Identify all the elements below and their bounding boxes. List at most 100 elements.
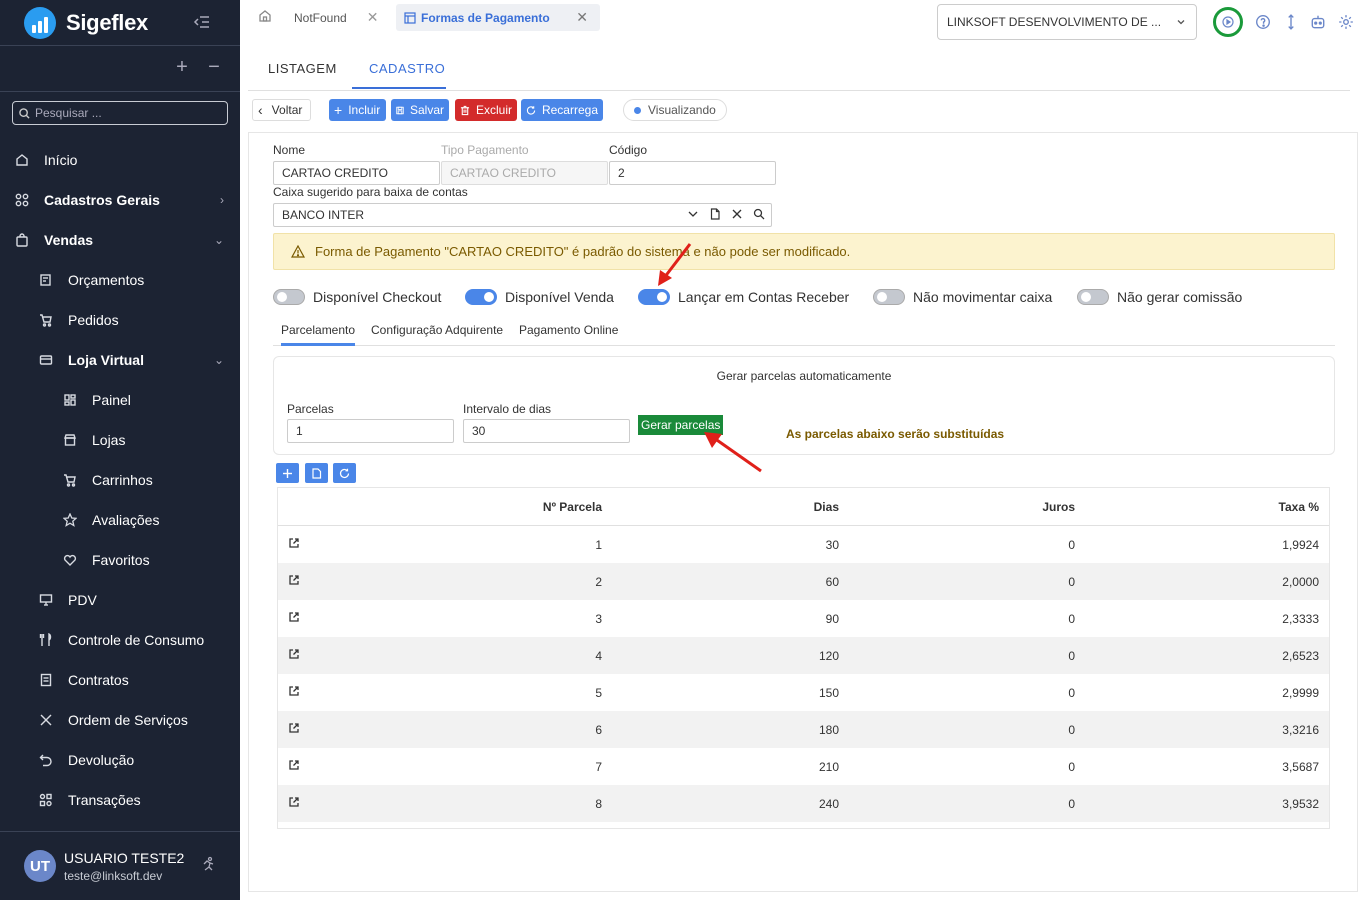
cell-parcela: 3 <box>595 612 602 626</box>
add-button[interactable]: + Incluir <box>329 99 386 121</box>
sidebar-item-transacoes[interactable]: Transações <box>0 780 240 820</box>
close-icon[interactable]: ✕ <box>367 9 379 26</box>
play-icon[interactable] <box>1213 7 1243 37</box>
open-external-icon[interactable] <box>288 685 300 700</box>
table-row[interactable]: 6 180 0 3,3216 <box>278 711 1329 748</box>
col-juros[interactable]: Juros <box>1042 500 1075 514</box>
sidebar-item-devolucao[interactable]: Devolução <box>0 740 240 780</box>
parcelas-field[interactable]: 1 <box>287 419 454 443</box>
open-external-icon[interactable] <box>288 722 300 737</box>
delete-button[interactable]: Excluir <box>455 99 517 121</box>
col-parcela[interactable]: Nº Parcela <box>543 500 602 514</box>
open-external-icon[interactable] <box>288 574 300 589</box>
search-input[interactable] <box>35 106 215 120</box>
sidebar-item-painel[interactable]: Painel <box>0 380 240 420</box>
sidebar-item-favoritos[interactable]: Favoritos <box>0 540 240 580</box>
toggle-nao-gerar-comissao[interactable]: Não gerar comissão <box>1077 289 1242 305</box>
refresh-icon <box>526 105 536 115</box>
cash-select[interactable]: BANCO INTER <box>273 203 772 227</box>
generate-installments-button[interactable]: Gerar parcelas <box>638 415 724 435</box>
table-row[interactable]: 1 30 0 1,9924 <box>278 526 1329 563</box>
sidebar-item-label: Painel <box>92 392 131 408</box>
cell-dias: 240 <box>818 797 839 811</box>
open-external-icon[interactable] <box>288 537 300 552</box>
switch[interactable] <box>638 289 670 305</box>
reload-button[interactable]: Recarrega <box>521 99 603 121</box>
switch[interactable] <box>465 289 497 305</box>
subtab-pagamento-online[interactable]: Pagamento Online <box>519 323 618 337</box>
table-row[interactable]: 3 90 0 2,3333 <box>278 600 1329 637</box>
back-button[interactable]: ‹ Voltar <box>252 99 311 121</box>
sidebar-item-inicio[interactable]: Início <box>0 140 240 180</box>
open-external-icon[interactable] <box>288 648 300 663</box>
tab-notfound[interactable]: NotFound ✕ <box>286 4 386 31</box>
new-doc-button[interactable] <box>305 463 328 483</box>
sidebar-item-controle-consumo[interactable]: Controle de Consumo <box>0 620 240 660</box>
sidebar-item-loja-virtual[interactable]: Loja Virtual ⌄ <box>0 340 240 380</box>
cash-label: Caixa sugerido para baixa de contas <box>273 185 468 199</box>
sidebar-item-pdv[interactable]: PDV <box>0 580 240 620</box>
toggle-lancar-contas-receber[interactable]: Lançar em Contas Receber <box>638 289 849 305</box>
sidebar-item-avaliacoes[interactable]: Avaliações <box>0 500 240 540</box>
switch[interactable] <box>273 289 305 305</box>
col-dias[interactable]: Dias <box>814 500 839 514</box>
switch[interactable] <box>873 289 905 305</box>
settings-gear-icon[interactable] <box>1338 14 1354 30</box>
cell-taxa: 1,9924 <box>1282 538 1319 552</box>
chevron-down-icon[interactable] <box>687 208 699 220</box>
cell-dias: 120 <box>818 649 839 663</box>
sidebar-item-carrinhos[interactable]: Carrinhos <box>0 460 240 500</box>
company-select[interactable]: LINKSOFT DESENVOLVIMENTO DE ... <box>937 4 1197 40</box>
interval-field[interactable]: 30 <box>463 419 630 443</box>
table-row[interactable]: 2 60 0 2,0000 <box>278 563 1329 600</box>
logout-run-icon[interactable] <box>200 856 216 872</box>
clear-icon[interactable] <box>731 208 743 220</box>
add-row-button[interactable] <box>276 463 299 483</box>
open-external-icon[interactable] <box>288 796 300 811</box>
save-button[interactable]: Salvar <box>391 99 449 121</box>
code-field[interactable]: 2 <box>609 161 776 185</box>
robot-icon[interactable] <box>1310 14 1326 30</box>
tab-cadastro[interactable]: CADASTRO <box>369 61 445 76</box>
sidebar-item-ordem-servicos[interactable]: Ordem de Serviços <box>0 700 240 740</box>
sidebar-item-cadastros-gerais[interactable]: Cadastros Gerais › <box>0 180 240 220</box>
sidebar-item-orcamentos[interactable]: Orçamentos <box>0 260 240 300</box>
help-icon[interactable] <box>1255 14 1271 30</box>
sidebar-item-vendas[interactable]: Vendas ⌄ <box>0 220 240 260</box>
tab-formas-pagamento[interactable]: Formas de Pagamento ✕ <box>396 4 600 31</box>
sidebar-item-lojas[interactable]: Lojas <box>0 420 240 460</box>
file-icon[interactable] <box>709 208 721 220</box>
resize-vertical-icon[interactable] <box>1283 14 1299 30</box>
table-row[interactable]: 5 150 0 2,9999 <box>278 674 1329 711</box>
refresh-grid-button[interactable] <box>333 463 356 483</box>
subtab-configuracao-adquirente[interactable]: Configuração Adquirente <box>371 323 503 337</box>
switch[interactable] <box>1077 289 1109 305</box>
generate-installments-box: Gerar parcelas automaticamente Parcelas … <box>273 356 1335 455</box>
floppy-icon <box>396 106 404 114</box>
search-icon[interactable] <box>753 208 765 220</box>
home-tab-icon[interactable] <box>258 9 272 23</box>
table-row[interactable]: 7 210 0 3,5687 <box>278 748 1329 785</box>
tab-listagem[interactable]: LISTAGEM <box>268 61 337 76</box>
parcelas-label: Parcelas <box>287 402 334 416</box>
col-taxa[interactable]: Taxa % <box>1279 500 1319 514</box>
toggle-disponivel-venda[interactable]: Disponível Venda <box>465 289 614 305</box>
open-external-icon[interactable] <box>288 611 300 626</box>
cell-parcela: 2 <box>595 575 602 589</box>
subtab-parcelamento[interactable]: Parcelamento <box>281 323 355 337</box>
search-box[interactable] <box>12 101 228 125</box>
toggle-disponivel-checkout[interactable]: Disponível Checkout <box>273 289 441 305</box>
toggle-nao-movimentar-caixa[interactable]: Não movimentar caixa <box>873 289 1052 305</box>
sidebar-item-pedidos[interactable]: Pedidos <box>0 300 240 340</box>
avatar[interactable]: UT <box>24 850 56 882</box>
collapse-menu-icon[interactable] <box>193 14 211 30</box>
collapse-all-icon[interactable]: − <box>204 56 224 79</box>
close-icon[interactable]: ✕ <box>576 9 588 26</box>
open-external-icon[interactable] <box>288 759 300 774</box>
sidebar-item-contratos[interactable]: Contratos <box>0 660 240 700</box>
reload-label: Recarrega <box>541 103 598 117</box>
expand-all-icon[interactable]: + <box>172 56 192 79</box>
name-field[interactable]: CARTAO CREDITO <box>273 161 440 185</box>
table-row[interactable]: 8 240 0 3,9532 <box>278 785 1329 822</box>
table-row[interactable]: 4 120 0 2,6523 <box>278 637 1329 674</box>
